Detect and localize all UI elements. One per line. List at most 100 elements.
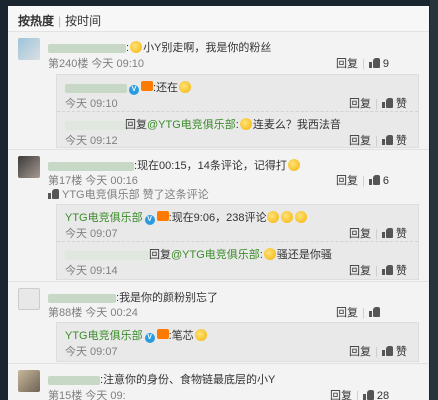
comment-meta: 第240楼 今天 09:10: [48, 58, 144, 70]
mention-link[interactable]: @YTG电竞俱乐部: [147, 119, 236, 131]
reply-item: V:还在 今天 09:10 回复 | 赞: [65, 81, 407, 110]
reply-time: 今天 09:14: [65, 265, 118, 277]
member-badge-icon: [156, 211, 169, 221]
avatar[interactable]: [18, 370, 40, 392]
thumbs-up-icon: [381, 135, 393, 145]
username-blurred[interactable]: [65, 83, 127, 93]
text-colon: :: [126, 42, 130, 54]
reply-actions: 回复 | 赞: [349, 98, 407, 110]
reply-item: YTG电竞俱乐部 V:笔芯 今天 09:07 回复 | 赞: [65, 329, 407, 358]
username-blurred[interactable]: [48, 43, 126, 53]
reply-text: 连麦么？我西法音: [252, 119, 341, 131]
reply-username[interactable]: YTG电竞俱乐部: [65, 330, 143, 342]
reply-item: YTG电竞俱乐部 V:现在9:06，238评论 今天 09:07 回复 | 赞: [65, 211, 407, 240]
thumbs-up-icon: [48, 189, 59, 199]
reply-button[interactable]: 回复: [330, 390, 352, 400]
comment-item: :现在00:15，14条评论，记得打 第17楼 今天 00:16 回复 | 6 YT…: [8, 150, 429, 282]
emoji-icon: [130, 41, 143, 53]
reply-time: 今天 09:07: [65, 228, 118, 240]
emoji-icon: [263, 248, 276, 260]
thumbs-up-icon: [362, 390, 374, 400]
comment-actions: 回复 | 6: [336, 175, 389, 187]
reply-button[interactable]: 回复: [336, 175, 358, 187]
like-button[interactable]: 赞: [381, 98, 407, 110]
emoji-icon: [239, 118, 252, 130]
username-blurred[interactable]: [48, 375, 100, 385]
comment-actions: 回复 | 28: [330, 390, 390, 400]
reply-button[interactable]: 回复: [336, 307, 358, 319]
thumbs-up-icon: [368, 307, 380, 317]
comment-text: 小Y别走啊，我是你的粉丝: [143, 42, 272, 54]
reply-button[interactable]: 回复: [336, 58, 358, 70]
comment-item: :注意你的身份、食物链最底层的小Y 第15楼 今天 09: 回复 | 28: [8, 364, 429, 400]
reply-time: 今天 09:12: [65, 135, 118, 147]
verified-icon: V: [144, 333, 155, 343]
like-button[interactable]: 9: [368, 58, 389, 70]
emoji-icon: [281, 211, 294, 223]
comment-actions: 回复 |: [336, 304, 383, 320]
emoji-icon: [267, 211, 280, 223]
username-blurred[interactable]: [48, 293, 116, 303]
avatar[interactable]: [18, 156, 40, 178]
comment-text: 我是你的颜粉别忘了: [119, 292, 219, 304]
comment-text: 现在00:15，14条评论，记得打: [137, 160, 287, 172]
reply-actions: 回复 | 赞: [349, 346, 407, 358]
reply-button[interactable]: 回复: [349, 346, 371, 358]
like-button[interactable]: 28: [362, 390, 390, 400]
reply-text: 笔芯: [171, 330, 194, 342]
comment-meta: 第15楼 今天 09:: [48, 390, 126, 400]
thumbs-up-icon: [368, 58, 380, 68]
username-blurred[interactable]: [65, 250, 149, 260]
comments-panel: 按热度 | 按时间 : 小Y别走啊，我是你的粉丝 第240楼 今天 09:10 回复 |…: [8, 6, 429, 400]
sort-separator: |: [58, 14, 62, 28]
thumbs-up-icon: [381, 98, 393, 108]
reply-text: 还在: [156, 82, 179, 94]
thumbs-up-icon: [381, 228, 393, 238]
reply-button[interactable]: 回复: [349, 98, 371, 110]
member-badge-icon: [156, 329, 169, 339]
username-blurred[interactable]: [65, 120, 125, 130]
reply-actions: 回复 | 赞: [349, 228, 407, 240]
like-button[interactable]: 赞: [381, 135, 407, 147]
reply-time: 今天 09:10: [65, 98, 118, 110]
sort-by-hot[interactable]: 按热度: [18, 14, 54, 28]
sort-by-time[interactable]: 按时间: [65, 14, 101, 28]
like-button[interactable]: 赞: [381, 265, 407, 277]
reply-time: 今天 09:07: [65, 346, 118, 358]
like-button[interactable]: 6: [368, 175, 389, 187]
reply-button[interactable]: 回复: [349, 228, 371, 240]
comment-item: : 小Y别走啊，我是你的粉丝 第240楼 今天 09:10 回复 | 9 V:还在 今…: [8, 32, 429, 150]
mention-link[interactable]: @YTG电竞俱乐部: [171, 249, 260, 261]
reply-button[interactable]: 回复: [349, 135, 371, 147]
reply-button[interactable]: 回复: [349, 265, 371, 277]
reply-username[interactable]: YTG电竞俱乐部: [65, 212, 143, 224]
sort-bar: 按热度 | 按时间: [8, 6, 429, 32]
member-badge-icon: [141, 81, 153, 91]
reply-actions: 回复 | 赞: [349, 265, 407, 277]
reply-item: 回复@YTG电竞俱乐部: 骚还是你骚 今天 09:14 回复 | 赞: [57, 241, 418, 277]
reply-box: YTG电竞俱乐部 V:笔芯 今天 09:07 回复 | 赞: [56, 322, 419, 362]
username-blurred[interactable]: [48, 161, 134, 171]
like-count: 6: [382, 175, 389, 187]
reply-prefix: 回复: [125, 119, 147, 131]
like-button[interactable]: 赞: [381, 346, 407, 358]
scrollbar[interactable]: [430, 0, 438, 400]
reply-item: 回复@YTG电竞俱乐部: 连麦么？我西法音 今天 09:12 回复 | 赞: [57, 111, 418, 147]
like-count: 9: [382, 58, 389, 70]
avatar[interactable]: [18, 288, 40, 310]
emoji-icon: [179, 81, 192, 93]
reply-box: YTG电竞俱乐部 V:现在9:06，238评论 今天 09:07 回复 | 赞 回复@…: [56, 204, 419, 280]
reply-box: V:还在 今天 09:10 回复 | 赞 回复@YTG电竞俱乐部: 连麦么？我西法音 …: [56, 74, 419, 148]
comment-item: :我是你的颜粉别忘了 第88楼 今天 00:24 回复 | YTG电竞俱乐部 V:笔…: [8, 282, 429, 364]
like-button[interactable]: 赞: [381, 228, 407, 240]
comment-text: 注意你的身份、食物链最底层的小Y: [103, 374, 276, 386]
like-button[interactable]: [368, 307, 383, 319]
emoji-icon: [194, 329, 207, 341]
reply-actions: 回复 | 赞: [349, 135, 407, 147]
emoji-icon: [295, 211, 308, 223]
emoji-icon: [287, 159, 300, 171]
avatar[interactable]: [18, 38, 40, 60]
like-count: 28: [376, 390, 390, 400]
reply-prefix: 回复: [149, 249, 171, 261]
comment-text-row: : 小Y别走啊，我是你的粉丝: [48, 39, 271, 55]
